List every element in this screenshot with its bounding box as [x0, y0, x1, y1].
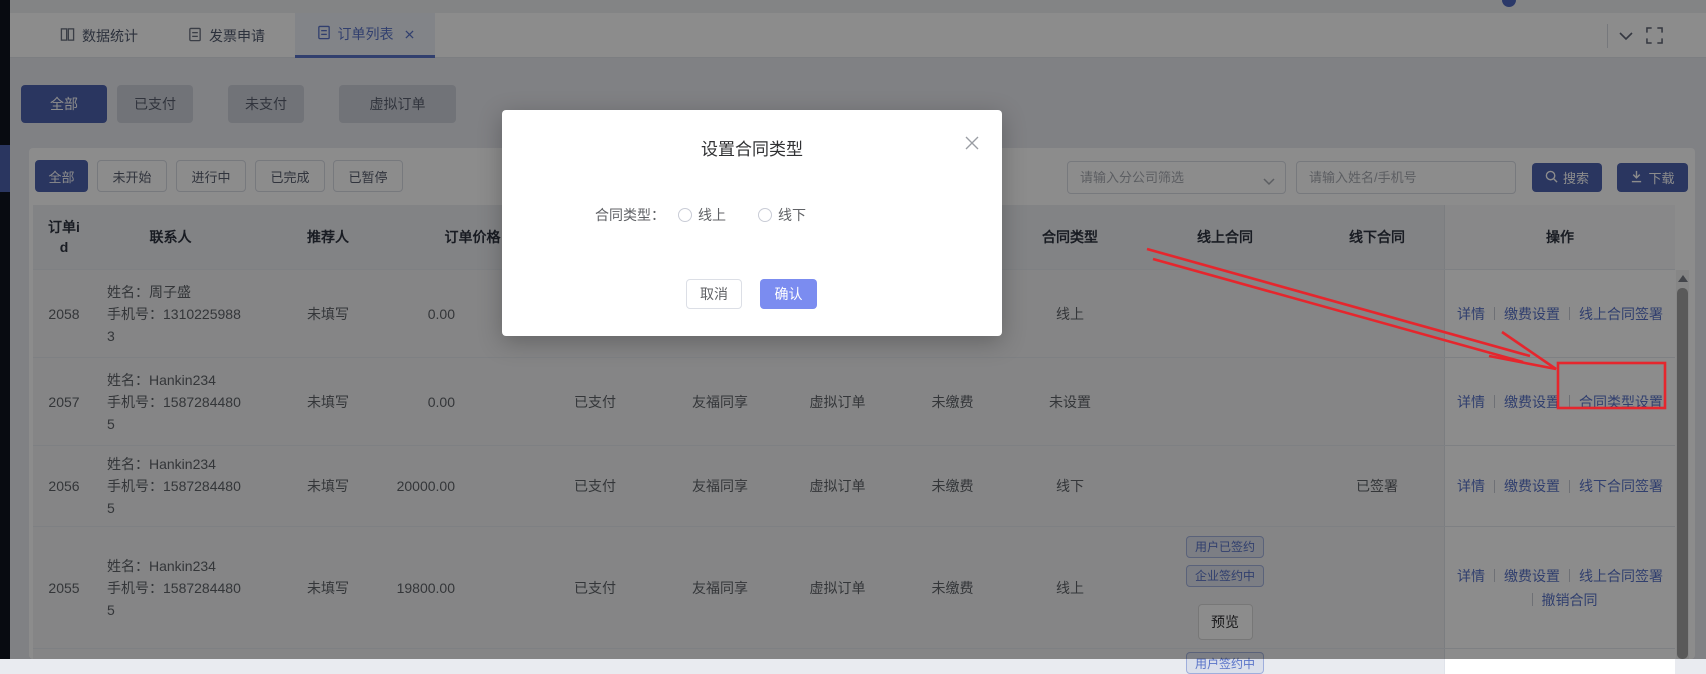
radio-offline[interactable]: 线下 — [758, 205, 806, 225]
radio-circle-icon[interactable] — [678, 208, 692, 222]
radio-label: 线下 — [778, 205, 806, 225]
close-icon[interactable] — [965, 136, 979, 150]
set-contract-type-dialog: 设置合同类型 合同类型： 线上 线下 取消 确认 — [502, 110, 1002, 336]
dialog-footer: 取消 确认 — [686, 279, 817, 309]
cancel-button[interactable]: 取消 — [686, 279, 742, 309]
field-label: 合同类型： — [595, 205, 665, 225]
confirm-button[interactable]: 确认 — [760, 279, 817, 309]
radio-circle-icon[interactable] — [758, 208, 772, 222]
radio-online[interactable]: 线上 — [678, 205, 726, 225]
dialog-title: 设置合同类型 — [502, 135, 1002, 160]
contract-type-field: 合同类型： 线上 线下 — [595, 205, 806, 225]
radio-label: 线上 — [698, 205, 726, 225]
